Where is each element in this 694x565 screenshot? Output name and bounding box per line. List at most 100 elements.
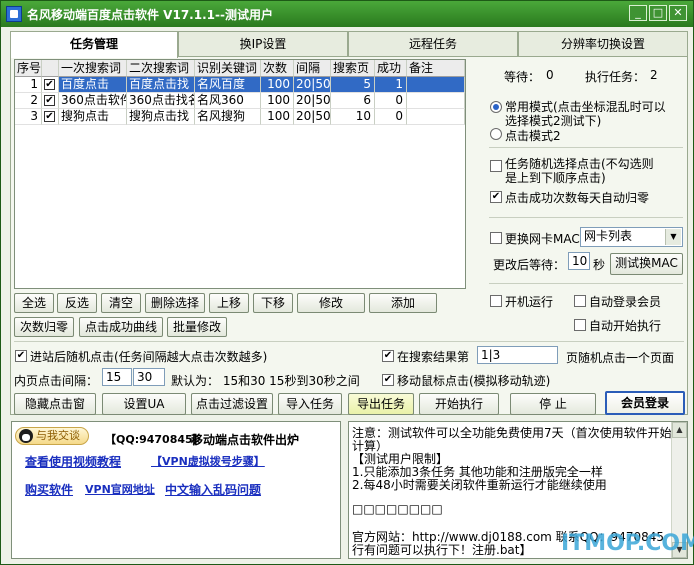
change-mac-checkbox[interactable] [490, 232, 502, 244]
random-click-checkbox[interactable]: ✔ [15, 350, 27, 362]
table-row[interactable]: 1 ✔ 百度点击 百度点击找 名风百度 100 20|50 5 1 [15, 77, 465, 93]
invert-selection-button[interactable]: 反选 [57, 293, 97, 313]
vpn-steps-link[interactable]: 【VPN虚拟拨号步骤】 [151, 453, 265, 469]
wait-seconds-input[interactable]: 10 [568, 252, 590, 270]
qq-number: 【QQ:9470845】 [105, 433, 204, 446]
chevron-down-icon[interactable]: ▼ [665, 229, 681, 245]
random-page-label: 页随机点击一个页面 [566, 351, 675, 365]
waiting-label: 等待： [504, 70, 541, 84]
minimize-button[interactable]: _ [629, 5, 647, 21]
row-checkbox[interactable]: ✔ [44, 95, 55, 106]
member-login-button[interactable]: 会员登录 [605, 391, 685, 415]
row-checkbox[interactable]: ✔ [44, 79, 55, 90]
mouse-move-label: 移动鼠标点击(模拟移动轨迹) [397, 374, 551, 388]
click-mode2-radio[interactable] [490, 128, 502, 140]
app-window: 名风移动端百度点击软件 V17.1.1--测试用户 _ □ ✕ 任务管理 换IP… [0, 0, 694, 565]
random-click-label: 进站后随机点击(任务间隔越大点击次数越多) [30, 350, 268, 364]
table-row[interactable]: 3 ✔ 搜狗点击 搜狗点击找 名风搜狗 100 20|50 10 0 [15, 109, 465, 125]
move-up-button[interactable]: 上移 [209, 293, 249, 313]
auto-reset-checkbox[interactable]: ✔ [490, 191, 502, 203]
change-mac-label: 更换网卡MAC [505, 232, 580, 246]
auto-reset-label: 点击成功次数每天自动归零 [505, 191, 650, 205]
scroll-up-icon[interactable]: ▲ [672, 422, 687, 438]
promo-headline: 移动端点击软件出炉 [191, 433, 300, 447]
col-count: 次数 [261, 60, 294, 77]
set-ua-button[interactable]: 设置UA [102, 393, 186, 415]
window-title: 名风移动端百度点击软件 V17.1.1--测试用户 [27, 8, 273, 22]
task-panel: 序号 一次搜索词 二次搜索词 识别关键词 次数 间隔 搜索页 成功 备注 1 ✔… [10, 56, 688, 415]
tab-task-management[interactable]: 任务管理 [10, 31, 178, 58]
divider [14, 341, 684, 342]
nic-select[interactable]: 网卡列表 ▼ [580, 227, 683, 247]
tab-ip-settings[interactable]: 换IP设置 [178, 31, 348, 56]
batch-modify-button[interactable]: 批量修改 [167, 317, 227, 337]
auto-login-label: 自动登录会员 [589, 295, 662, 309]
click-filter-button[interactable]: 点击过滤设置 [191, 393, 273, 415]
tab-bar: 任务管理 换IP设置 远程任务 分辨率切换设置 [10, 31, 688, 58]
vpn-site-link[interactable]: VPN官网地址 [85, 481, 155, 497]
note-line: 2.每48小时需要关闭软件重新运行才能继续使用 [352, 478, 607, 492]
after-change-wait-label: 更改后等待： [493, 258, 566, 272]
inner-interval-label: 内页点击间隔： [14, 374, 99, 388]
in-results-checkbox[interactable]: ✔ [382, 350, 394, 362]
note-line: □□□□□□□□ [352, 502, 443, 516]
note-line: 行有问题可以执行下！注册.bat】 [352, 543, 532, 557]
clear-button[interactable]: 清空 [101, 293, 141, 313]
move-down-button[interactable]: 下移 [253, 293, 293, 313]
hide-click-window-button[interactable]: 隐藏点击窗 [14, 393, 96, 415]
qq-penguin-icon [19, 429, 33, 443]
common-mode-radio[interactable] [490, 101, 502, 113]
col-success: 成功 [375, 60, 407, 77]
auto-start-checkbox[interactable] [574, 319, 586, 331]
tab-remote-tasks[interactable]: 远程任务 [348, 31, 518, 56]
in-results-label: 在搜索结果第 [397, 350, 470, 364]
task-table[interactable]: 序号 一次搜索词 二次搜索词 识别关键词 次数 间隔 搜索页 成功 备注 1 ✔… [14, 59, 466, 289]
stop-button[interactable]: 停 止 [510, 393, 596, 415]
col-page: 搜索页 [331, 60, 375, 77]
chat-badge[interactable]: 与我交谈 [15, 427, 89, 445]
input-garbled-link[interactable]: 中文输入乱码问题 [165, 481, 261, 498]
divider [489, 147, 683, 148]
page-range-input[interactable]: 1|3 [477, 346, 558, 364]
col-check [42, 60, 59, 77]
maximize-button[interactable]: □ [649, 5, 667, 21]
auto-start-label: 自动开始执行 [589, 319, 662, 333]
success-curve-button[interactable]: 点击成功曲线 [79, 317, 163, 337]
video-tutorial-link[interactable]: 查看使用视频教程 [25, 453, 121, 470]
test-mac-button[interactable]: 测试换MAC [610, 253, 683, 275]
title-bar[interactable]: 名风移动端百度点击软件 V17.1.1--测试用户 _ □ ✕ [1, 1, 693, 27]
interval-min-input[interactable]: 15 [102, 368, 132, 386]
col-note: 备注 [407, 60, 465, 77]
add-button[interactable]: 添加 [369, 293, 437, 313]
close-button[interactable]: ✕ [669, 5, 687, 21]
tab-resolution-settings[interactable]: 分辨率切换设置 [518, 31, 688, 56]
modify-button[interactable]: 修改 [297, 293, 365, 313]
boot-run-label: 开机运行 [505, 295, 554, 309]
col-second-search: 二次搜索词 [127, 60, 195, 77]
buy-software-link[interactable]: 购买软件 [25, 481, 73, 498]
interval-max-input[interactable]: 30 [133, 368, 165, 386]
mouse-move-checkbox[interactable]: ✔ [382, 374, 394, 386]
app-icon [6, 6, 22, 22]
watermark: ITMOP.COM [561, 531, 694, 556]
table-row[interactable]: 2 ✔ 360点击软件 360点击找名 名风360 100 20|50 6 0 [15, 93, 465, 109]
select-all-button[interactable]: 全选 [14, 293, 54, 313]
col-first-search: 一次搜索词 [59, 60, 127, 77]
col-keyword: 识别关键词 [195, 60, 261, 77]
table-header: 序号 一次搜索词 二次搜索词 识别关键词 次数 间隔 搜索页 成功 备注 [15, 60, 465, 77]
click-mode2-label: 点击模式2 [505, 129, 561, 143]
random-task-checkbox[interactable] [490, 160, 502, 172]
start-button[interactable]: 开始执行 [419, 393, 499, 415]
seconds-unit: 秒 [593, 258, 606, 272]
col-interval: 间隔 [294, 60, 331, 77]
default-interval-hint: 默认为： 15和30 15秒到30秒之间 [171, 374, 360, 388]
delete-selected-button[interactable]: 删除选择 [145, 293, 205, 313]
reset-count-button[interactable]: 次数归零 [14, 317, 74, 337]
note-line: 注意：测试软件可以全功能免费使用7天（首次使用软件开始 [352, 426, 672, 440]
import-tasks-button[interactable]: 导入任务 [278, 393, 342, 415]
boot-run-checkbox[interactable] [490, 295, 502, 307]
export-tasks-button[interactable]: 导出任务 [348, 393, 414, 415]
waiting-count: 0 [546, 68, 554, 82]
auto-login-checkbox[interactable] [574, 295, 586, 307]
row-checkbox[interactable]: ✔ [44, 111, 55, 122]
